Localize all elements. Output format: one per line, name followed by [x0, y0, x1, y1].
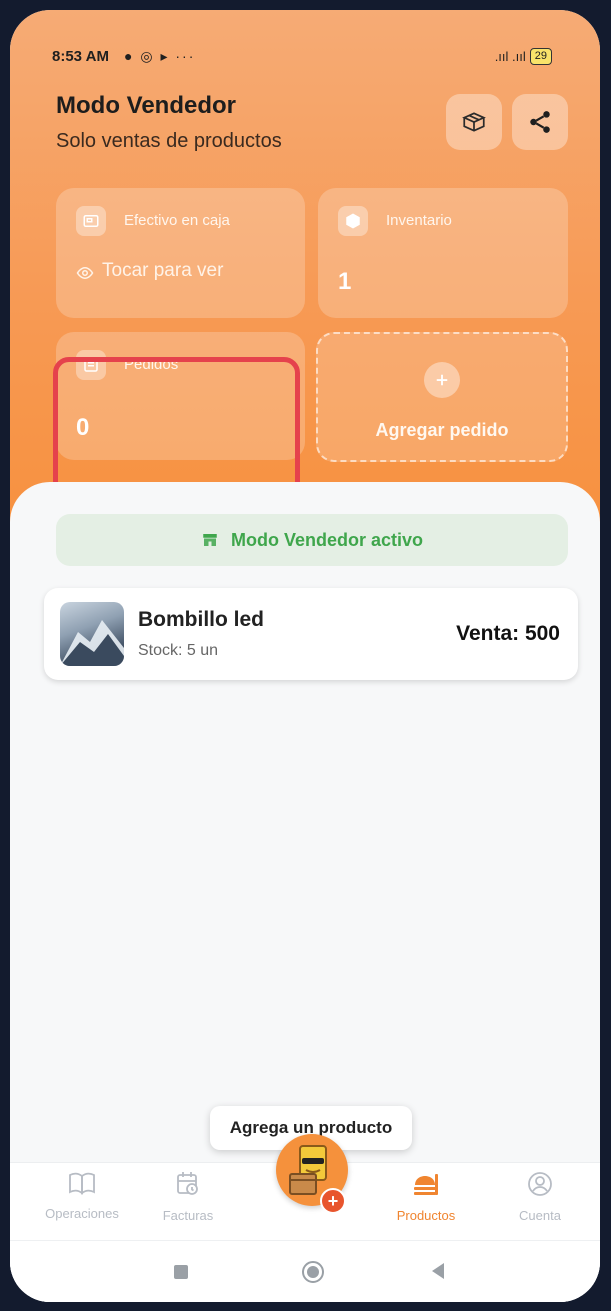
- signal-icon: .ııl .ııl: [494, 49, 526, 64]
- seller-mode-banner: Modo Vendedor activo: [56, 514, 568, 566]
- products-icon: [414, 1174, 438, 1195]
- app-screen: 8:53 AM ● ◎ ▸ ··· .ııl .ııl 29 Modo Vend…: [10, 10, 600, 1302]
- eye-icon: [76, 266, 94, 280]
- product-name: Bombillo led: [138, 608, 264, 631]
- cash-card[interactable]: Efectivo en caja Tocar para ver: [56, 188, 305, 318]
- add-order-label: Agregar pedido: [375, 420, 509, 440]
- battery-icon: 29: [529, 48, 552, 65]
- tab-cuenta[interactable]: Cuenta: [490, 1171, 590, 1223]
- cash-label: Efectivo en caja: [124, 212, 230, 229]
- tab-facturas[interactable]: Facturas: [138, 1171, 238, 1223]
- tab-operaciones[interactable]: Operaciones: [32, 1171, 132, 1221]
- cash-register-icon: [76, 206, 106, 236]
- share-icon: [530, 111, 550, 133]
- status-right: .ııl .ııl 29: [495, 48, 552, 65]
- tab-label: Productos: [396, 1208, 456, 1223]
- cash-reveal-text[interactable]: Tocar para ver: [102, 260, 223, 282]
- product-price: Venta: 500: [456, 622, 560, 645]
- tab-label: Operaciones: [45, 1206, 119, 1221]
- highlight-box: [53, 357, 300, 499]
- back-icon[interactable]: [432, 1263, 444, 1279]
- book-icon: [69, 1172, 95, 1195]
- product-image: [60, 602, 124, 666]
- share-button[interactable]: [512, 94, 568, 150]
- page-subtitle: Solo ventas de productos: [56, 130, 282, 152]
- product-stock: Stock: 5 un: [138, 642, 219, 659]
- package-icon: [462, 112, 486, 132]
- calendar-icon: [177, 1172, 198, 1195]
- fab-plus-icon: +: [320, 1188, 346, 1214]
- status-bar: 8:53 AM ● ◎ ▸ ··· .ııl .ııl 29: [52, 48, 572, 70]
- tab-label: Cuenta: [519, 1208, 561, 1223]
- inventory-count: 1: [338, 268, 352, 295]
- box-icon: [338, 206, 368, 236]
- add-order-card[interactable]: Agregar pedido: [316, 332, 568, 462]
- store-icon: [203, 534, 217, 546]
- tab-label: Facturas: [162, 1208, 214, 1223]
- seller-mode-text: Modo Vendedor activo: [230, 529, 424, 550]
- notification-icons: ● ◎ ▸ ···: [124, 48, 196, 64]
- user-icon: [528, 1172, 552, 1196]
- plus-icon: [424, 362, 460, 398]
- recents-icon[interactable]: [174, 1265, 188, 1279]
- inventory-card[interactable]: Inventario 1: [318, 188, 568, 318]
- status-time: 8:53 AM: [52, 48, 109, 65]
- page-title: Modo Vendedor: [56, 92, 236, 119]
- home-icon[interactable]: [302, 1261, 324, 1283]
- package-button[interactable]: [446, 94, 502, 150]
- product-item[interactable]: Bombillo led Stock: 5 un Venta: 500: [44, 588, 578, 680]
- system-nav-bar: [10, 1240, 600, 1302]
- tab-productos[interactable]: Productos: [376, 1171, 476, 1223]
- inventory-label: Inventario: [386, 212, 452, 229]
- device-frame: 8:53 AM ● ◎ ▸ ··· .ııl .ııl 29 Modo Vend…: [0, 0, 611, 1311]
